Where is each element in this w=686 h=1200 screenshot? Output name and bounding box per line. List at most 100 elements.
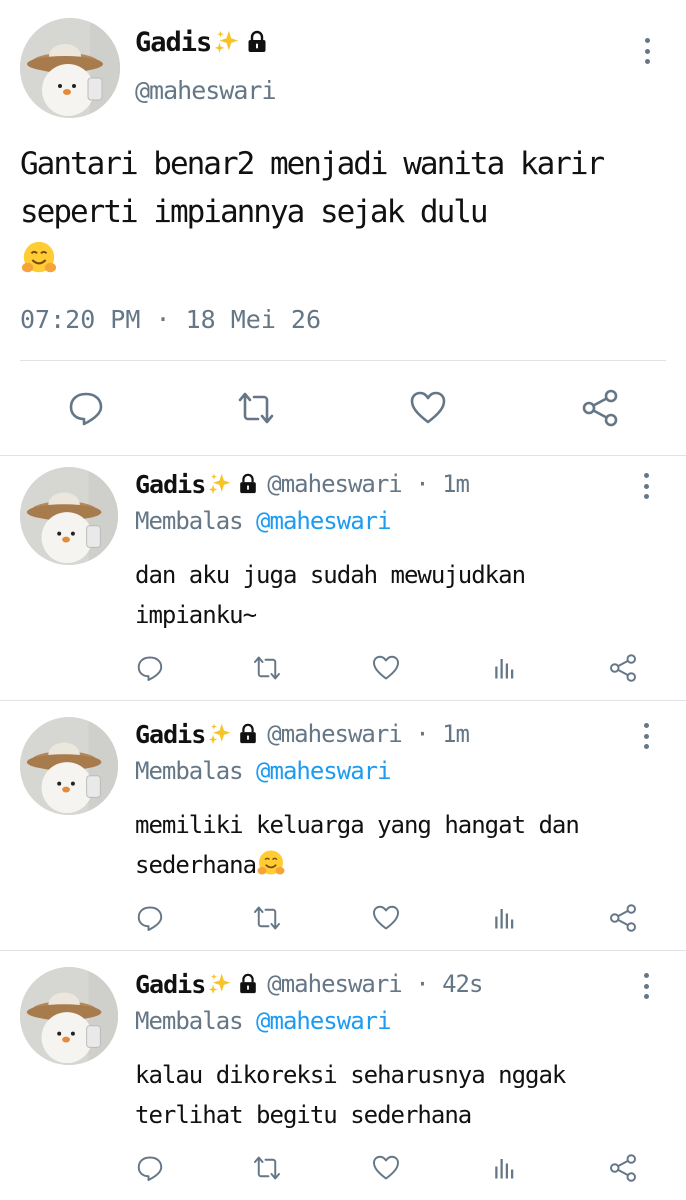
more-vertical-icon: [643, 473, 649, 478]
like-icon: [371, 1153, 401, 1183]
handle-time[interactable]: @maheswari · 1m: [267, 470, 470, 498]
retweet-icon: [252, 1153, 282, 1183]
avatar[interactable]: [20, 967, 118, 1065]
analytics-button[interactable]: [490, 903, 520, 933]
main-name-row: Gadis: [135, 24, 269, 60]
sparkles-emoji-icon: [207, 971, 233, 997]
more-options-button[interactable]: [636, 469, 656, 503]
reply-button[interactable]: [135, 653, 165, 683]
replying-to: Membalas @maheswari: [135, 507, 392, 535]
reply-text: memiliki keluarga yang hangat dan sederh…: [135, 805, 655, 885]
like-button[interactable]: [371, 1153, 401, 1183]
tweet-text-content: Gantari benar2 menjadi wanita karir sepe…: [20, 146, 605, 230]
share-button[interactable]: [608, 653, 638, 683]
divider: [0, 950, 686, 951]
avatar[interactable]: [20, 467, 118, 565]
avatar-image: [20, 717, 118, 815]
divider: [0, 700, 686, 701]
like-icon: [371, 653, 401, 683]
like-icon: [371, 903, 401, 933]
analytics-icon: [490, 653, 520, 683]
retweet-icon: [252, 653, 282, 683]
divider: [20, 360, 666, 361]
like-button[interactable]: [408, 388, 448, 428]
mention-link[interactable]: @maheswari: [256, 757, 391, 785]
retweet-button[interactable]: [252, 903, 282, 933]
hugging-face-emoji-icon: [20, 240, 58, 278]
display-name[interactable]: Gadis: [135, 720, 206, 749]
avatar-image: [20, 967, 118, 1065]
reply-icon: [135, 903, 165, 933]
more-options-button[interactable]: [636, 719, 656, 753]
reply-text-content: memiliki keluarga yang hangat dan sederh…: [135, 811, 580, 879]
reply-text-content: kalau dikoreksi seharusnya nggak terliha…: [135, 1061, 566, 1129]
analytics-icon: [490, 1153, 520, 1183]
avatar-image: [20, 18, 120, 118]
lock-icon: [245, 30, 269, 54]
analytics-icon: [490, 903, 520, 933]
share-icon: [580, 388, 620, 428]
retweet-button[interactable]: [236, 388, 276, 428]
sparkles-emoji-icon: [207, 721, 233, 747]
avatar[interactable]: [20, 18, 120, 118]
reply-tweet[interactable]: Gadis @maheswari · 42s Membalas @maheswa…: [0, 955, 686, 1200]
sparkles-emoji-icon: [207, 471, 233, 497]
retweet-icon: [236, 388, 276, 428]
mention-link[interactable]: @maheswari: [256, 507, 391, 535]
handle-time[interactable]: @maheswari · 1m: [267, 720, 470, 748]
more-options-button[interactable]: [637, 34, 657, 68]
reply-tweet[interactable]: Gadis @maheswari · 1m Membalas @maheswar…: [0, 705, 686, 955]
replying-label: Membalas: [135, 507, 244, 535]
reply-button[interactable]: [135, 903, 165, 933]
replying-label: Membalas: [135, 1007, 244, 1035]
more-options-button[interactable]: [636, 969, 656, 1003]
replying-to: Membalas @maheswari: [135, 757, 392, 785]
share-icon: [608, 653, 638, 683]
avatar-image: [20, 467, 118, 565]
main-tweet: Gadis @maheswari Gantari benar2 menjadi …: [0, 0, 686, 455]
display-name[interactable]: Gadis: [135, 27, 212, 58]
share-icon: [608, 1153, 638, 1183]
reply-header: Gadis @maheswari · 1m: [135, 717, 470, 751]
analytics-button[interactable]: [490, 653, 520, 683]
reply-text: kalau dikoreksi seharusnya nggak terliha…: [135, 1055, 655, 1135]
display-name[interactable]: Gadis: [135, 470, 206, 499]
reply-icon: [135, 1153, 165, 1183]
reply-icon: [135, 653, 165, 683]
reply-header: Gadis @maheswari · 42s: [135, 967, 483, 1001]
reply-header: Gadis @maheswari · 1m: [135, 467, 470, 501]
retweet-button[interactable]: [252, 653, 282, 683]
display-name[interactable]: Gadis: [135, 970, 206, 999]
retweet-button[interactable]: [252, 1153, 282, 1183]
retweet-icon: [252, 903, 282, 933]
analytics-button[interactable]: [490, 1153, 520, 1183]
replying-to: Membalas @maheswari: [135, 1007, 392, 1035]
like-button[interactable]: [371, 653, 401, 683]
share-icon: [608, 903, 638, 933]
more-vertical-icon: [644, 38, 650, 43]
lock-icon: [237, 973, 259, 995]
more-vertical-icon: [643, 973, 649, 978]
reply-text: dan aku juga sudah mewujudkan impianku~: [135, 555, 655, 635]
reply-tweet[interactable]: Gadis @maheswari · 1m Membalas @maheswar…: [0, 455, 686, 705]
reply-button[interactable]: [135, 1153, 165, 1183]
lock-icon: [237, 473, 259, 495]
hugging-face-emoji-icon: [256, 849, 286, 879]
like-icon: [408, 388, 448, 428]
avatar[interactable]: [20, 717, 118, 815]
sparkles-emoji-icon: [213, 28, 241, 56]
more-vertical-icon: [643, 723, 649, 728]
reply-text-content: dan aku juga sudah mewujudkan impianku~: [135, 561, 526, 629]
mention-link[interactable]: @maheswari: [256, 1007, 391, 1035]
tweet-text: Gantari benar2 menjadi wanita karir sepe…: [20, 140, 666, 284]
timestamp[interactable]: 07:20 PM · 18 Mei 26: [20, 305, 321, 334]
replying-label: Membalas: [135, 757, 244, 785]
handle-time[interactable]: @maheswari · 42s: [267, 970, 483, 998]
handle[interactable]: @maheswari: [135, 76, 277, 105]
share-button[interactable]: [580, 388, 620, 428]
like-button[interactable]: [371, 903, 401, 933]
reply-button[interactable]: [66, 388, 106, 428]
share-button[interactable]: [608, 1153, 638, 1183]
lock-icon: [237, 723, 259, 745]
share-button[interactable]: [608, 903, 638, 933]
